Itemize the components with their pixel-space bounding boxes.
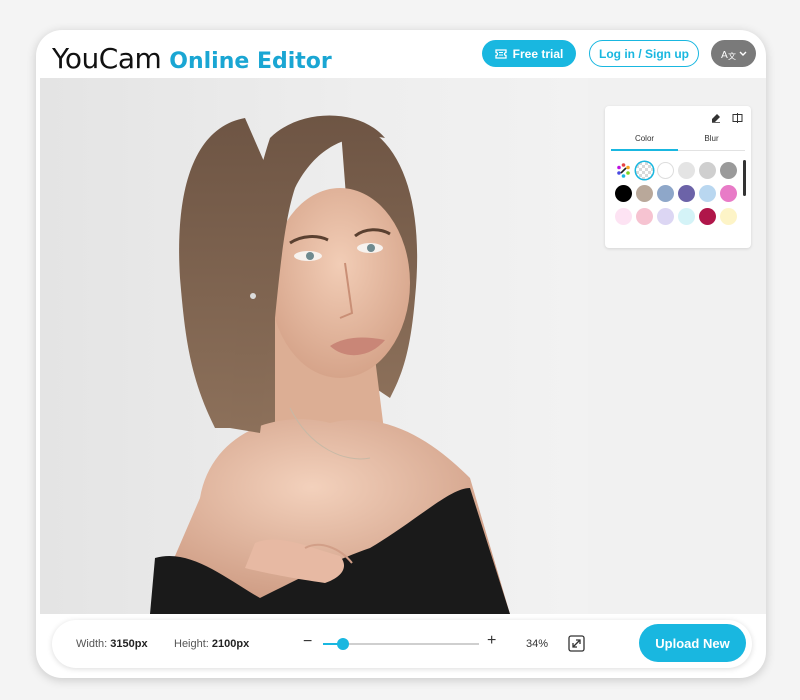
swatch-transparent[interactable] xyxy=(636,162,653,179)
ticket-icon xyxy=(494,48,507,59)
height-value: 2100px xyxy=(211,638,250,650)
swatch[interactable] xyxy=(615,185,632,202)
upload-new-button[interactable]: Upload New xyxy=(639,624,746,662)
chevron-down-icon xyxy=(739,51,746,56)
swatch[interactable] xyxy=(615,208,632,225)
swatch-row xyxy=(615,208,743,225)
logo-product: Online Editor xyxy=(169,49,332,74)
side-panel: Color Blur xyxy=(588,78,766,614)
fit-screen-icon[interactable] xyxy=(568,635,585,652)
image-canvas[interactable] xyxy=(40,78,588,614)
height-info: Height: 2100px xyxy=(174,638,249,650)
login-signup-button[interactable]: Log in / Sign up xyxy=(589,40,699,67)
zoom-level: 34% xyxy=(526,638,549,650)
swatch[interactable] xyxy=(699,162,716,179)
top-header: YouCam Online Editor Free trial Log in /… xyxy=(36,30,766,78)
zoom-out-button[interactable]: − xyxy=(303,633,312,651)
height-label: Height: xyxy=(174,638,209,650)
free-trial-button[interactable]: Free trial xyxy=(482,40,576,67)
swatch[interactable] xyxy=(657,162,674,179)
swatch-row xyxy=(615,162,743,179)
swatch[interactable] xyxy=(636,185,653,202)
swatch[interactable] xyxy=(720,208,737,225)
logo[interactable]: YouCam Online Editor xyxy=(52,42,332,75)
swatch[interactable] xyxy=(657,208,674,225)
panel-tabs: Color Blur xyxy=(611,134,745,150)
upload-new-label: Upload New xyxy=(655,635,730,651)
compare-icon[interactable] xyxy=(731,112,743,124)
width-info: Width: 3150px xyxy=(76,638,148,650)
panel-tools xyxy=(710,112,743,124)
svg-text:文: 文 xyxy=(728,51,736,60)
width-label: Width: xyxy=(76,638,108,650)
free-trial-label: Free trial xyxy=(512,46,564,61)
tab-color[interactable]: Color xyxy=(611,134,678,150)
color-swatch-grid xyxy=(615,162,743,231)
svg-text:A: A xyxy=(721,50,728,60)
eraser-icon[interactable] xyxy=(710,112,722,124)
logo-brand: YouCam xyxy=(52,42,162,75)
width-value: 3150px xyxy=(110,638,148,650)
swatch[interactable] xyxy=(699,208,716,225)
swatch[interactable] xyxy=(678,208,695,225)
editor-window: YouCam Online Editor Free trial Log in /… xyxy=(36,30,766,678)
color-picker-icon[interactable] xyxy=(615,162,632,179)
swatch-scrollbar[interactable] xyxy=(743,160,746,196)
bottom-toolbar: Width: 3150px Height: 2100px − + 34% Upl… xyxy=(52,620,752,668)
swatch[interactable] xyxy=(657,185,674,202)
portrait-photo xyxy=(40,78,588,614)
zoom-slider-handle[interactable] xyxy=(337,638,350,650)
swatch[interactable] xyxy=(678,162,695,179)
swatch[interactable] xyxy=(720,185,737,202)
background-panel: Color Blur xyxy=(605,106,751,248)
language-button[interactable]: A 文 xyxy=(711,40,756,67)
swatch[interactable] xyxy=(699,185,716,202)
tab-blur[interactable]: Blur xyxy=(678,134,745,150)
active-tab-indicator xyxy=(611,149,678,151)
zoom-slider[interactable] xyxy=(323,638,479,650)
translate-icon: A 文 xyxy=(721,50,736,60)
swatch[interactable] xyxy=(720,162,737,179)
swatch[interactable] xyxy=(636,208,653,225)
swatch[interactable] xyxy=(678,185,695,202)
zoom-in-button[interactable]: + xyxy=(487,632,496,650)
login-signup-label: Log in / Sign up xyxy=(599,46,689,61)
swatch-row xyxy=(615,185,743,202)
